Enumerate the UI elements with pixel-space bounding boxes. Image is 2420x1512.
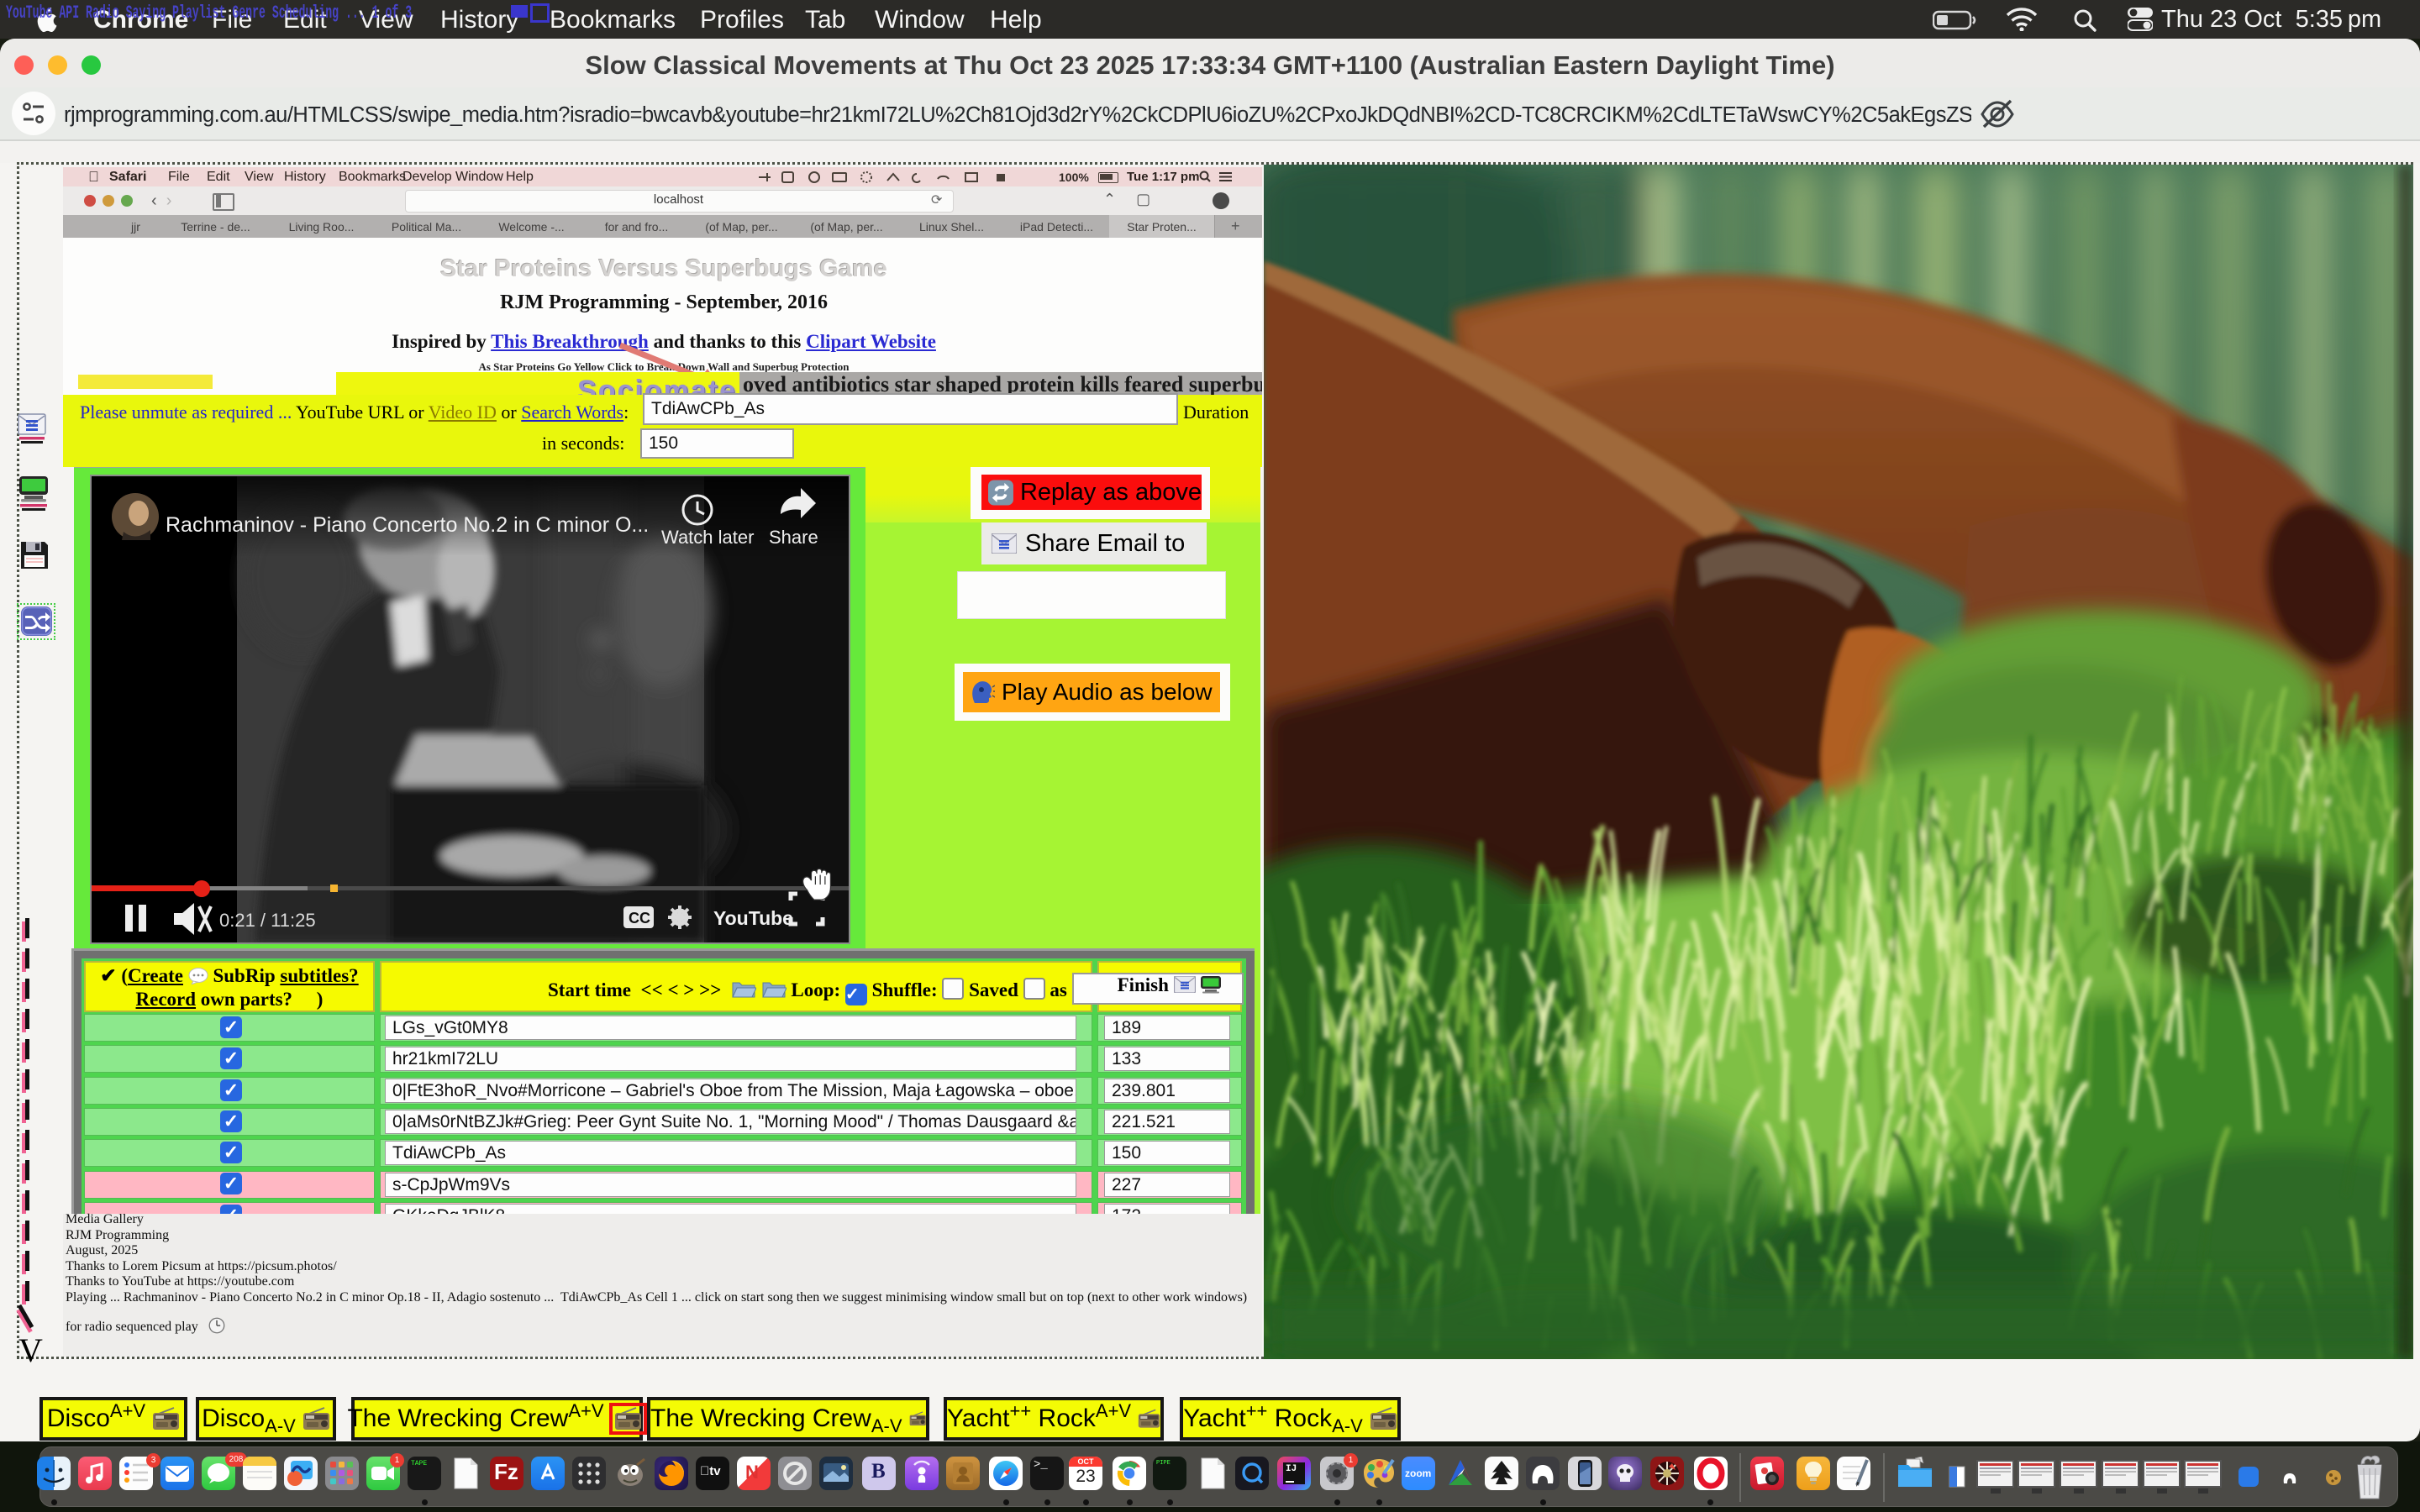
svg-text:0:21 / 11:25: 0:21 / 11:25 xyxy=(219,910,316,931)
svg-text:Share: Share xyxy=(769,527,818,548)
svg-text:Watch later: Watch later xyxy=(661,527,754,548)
svg-text:YouTube: YouTube xyxy=(713,907,793,929)
svg-text:Rachmaninov - Piano Concerto N: Rachmaninov - Piano Concerto No.2 in C m… xyxy=(166,513,649,537)
svg-text:CC: CC xyxy=(629,910,650,927)
